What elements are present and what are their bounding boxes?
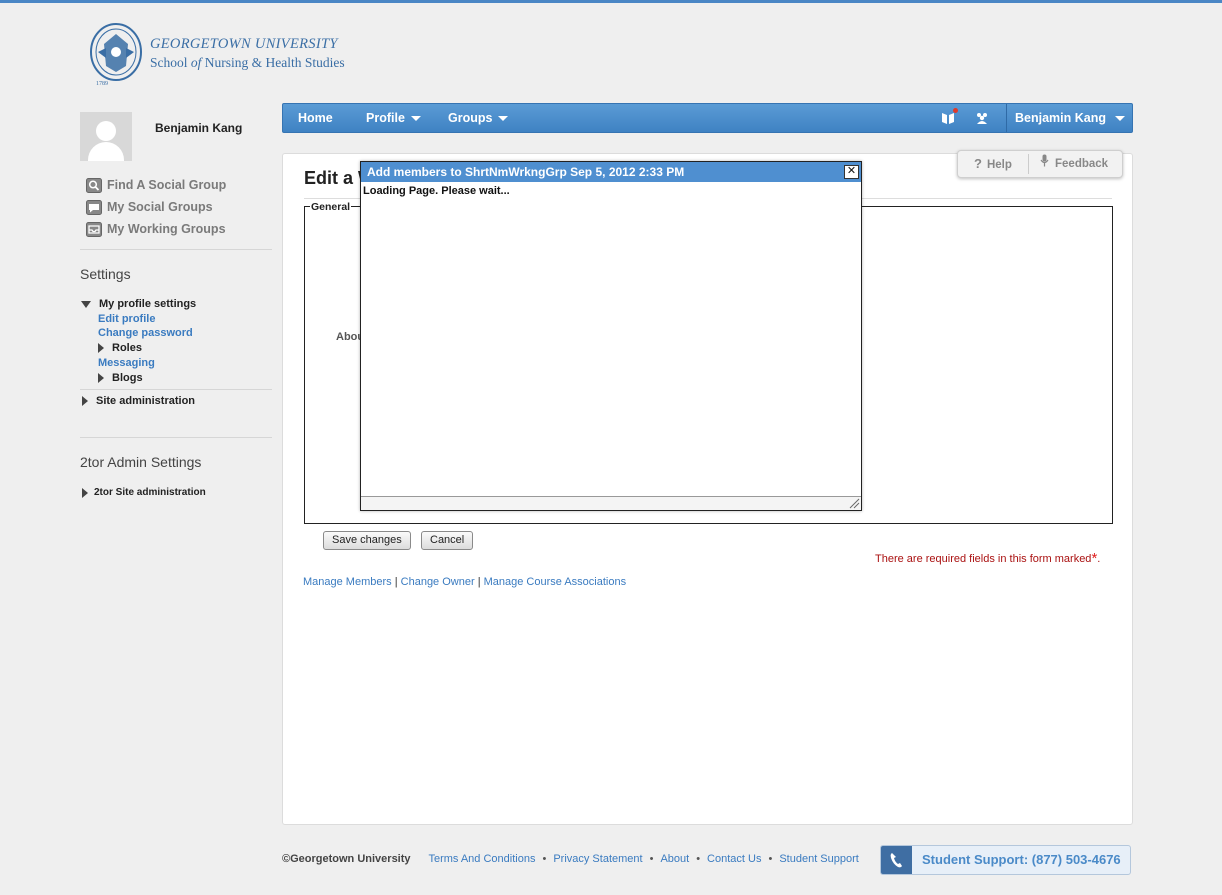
feedback-button[interactable]: Feedback (1040, 151, 1108, 177)
chevron-down-icon (498, 116, 509, 122)
collapse-triangle-icon (82, 396, 88, 406)
help-separator (1028, 154, 1029, 174)
add-members-dialog: Add members to ShrtNmWrkngGrp Sep 5, 201… (360, 161, 862, 511)
save-changes-button[interactable]: Save changes (323, 531, 411, 550)
tree-blogs[interactable]: Blogs (98, 372, 143, 384)
manage-course-associations-link[interactable]: Manage Course Associations (484, 576, 626, 588)
sidebar-item-label: Find A Social Group (107, 178, 227, 192)
cancel-button[interactable]: Cancel (421, 531, 474, 550)
chevron-down-icon (410, 116, 421, 122)
footer-contact-link[interactable]: Contact Us (707, 853, 761, 865)
nav-profile[interactable]: Profile (366, 104, 421, 132)
help-feedback-bar: ? Help Feedback (957, 150, 1123, 178)
copyright-text: ©Georgetown University (282, 853, 411, 865)
resize-grip-icon[interactable] (849, 498, 860, 509)
speech-bubble-icon (86, 199, 102, 215)
required-fields-note: There are required fields in this form m… (875, 550, 1101, 567)
footer-terms-link[interactable]: Terms And Conditions (428, 853, 535, 865)
phone-icon (881, 846, 912, 874)
dialog-loading-text: Loading Page. Please wait... (363, 185, 510, 197)
avatar[interactable] (80, 112, 132, 161)
footer-about-link[interactable]: About (660, 853, 689, 865)
general-legend[interactable]: General (310, 201, 352, 213)
help-button[interactable]: ? Help (974, 151, 1012, 177)
sidebar-item-my-social-groups[interactable]: My Social Groups (86, 196, 226, 218)
notification-dot (953, 108, 958, 113)
footer: ©Georgetown University Terms And Conditi… (282, 853, 859, 865)
expand-triangle-icon (81, 300, 91, 308)
change-owner-link[interactable]: Change Owner (401, 576, 475, 588)
tree-site-administration[interactable]: Site administration (82, 395, 195, 407)
sidebar-item-label: My Social Groups (107, 200, 213, 214)
dialog-status-bar (361, 496, 861, 510)
student-support-button[interactable]: Student Support: (877) 503-4676 (880, 845, 1131, 875)
sidebar-item-my-working-groups[interactable]: My Working Groups (86, 218, 226, 240)
settings-heading: Settings (80, 266, 131, 282)
tree-roles[interactable]: Roles (98, 342, 142, 354)
admin-settings-heading: 2tor Admin Settings (80, 454, 202, 470)
change-password-link[interactable]: Change password (98, 327, 193, 339)
university-logo[interactable]: 1789 GEORGETOWN UNIVERSITY School of Nur… (88, 22, 358, 88)
collapse-triangle-icon (82, 487, 88, 498)
required-star-icon: * (1091, 550, 1098, 567)
nav-groups[interactable]: Groups (448, 104, 509, 132)
nav-separator (1006, 104, 1007, 132)
question-mark-icon: ? (974, 156, 982, 171)
sidebar-divider (80, 249, 272, 250)
nav-home[interactable]: Home (298, 104, 333, 132)
sidebar-user-name[interactable]: Benjamin Kang (155, 121, 242, 135)
svg-text:1789: 1789 (96, 81, 108, 87)
people-icon[interactable] (975, 111, 991, 125)
logo-subtitle: School of Nursing & Health Studies (150, 55, 345, 70)
nav-user-menu[interactable]: Benjamin Kang (1015, 104, 1125, 132)
manage-members-link[interactable]: Manage Members (303, 576, 392, 588)
student-support-label: Student Support: (877) 503-4676 (922, 852, 1121, 867)
sidebar-divider (80, 389, 272, 390)
chevron-down-icon (1115, 116, 1125, 122)
sidebar-item-label: My Working Groups (107, 222, 226, 236)
collapse-triangle-icon (98, 343, 104, 353)
inbox-icon (86, 221, 102, 237)
sidebar-group-links: Find A Social Group My Social Groups My … (86, 174, 226, 240)
book-icon[interactable] (941, 108, 958, 125)
footer-student-support-link[interactable]: Student Support (779, 853, 859, 865)
top-accent-bar (0, 0, 1222, 3)
magnifier-icon (86, 177, 102, 193)
manage-links: Manage Members | Change Owner | Manage C… (303, 576, 627, 588)
seal-icon: 1789 (90, 23, 142, 87)
messaging-link[interactable]: Messaging (98, 357, 155, 369)
logo-title: GEORGETOWN UNIVERSITY (150, 36, 338, 52)
tree-2tor-site-administration[interactable]: 2tor Site administration (82, 487, 206, 498)
dialog-title[interactable]: Add members to ShrtNmWrkngGrp Sep 5, 201… (361, 162, 861, 182)
microphone-icon (1040, 151, 1049, 177)
collapse-triangle-icon (98, 373, 104, 383)
main-navbar: Home Profile Groups Benjamin Kang (282, 103, 1133, 133)
close-icon[interactable]: ✕ (844, 165, 859, 179)
tree-my-profile-settings[interactable]: My profile settings (81, 298, 196, 310)
edit-profile-link[interactable]: Edit profile (98, 313, 155, 325)
sidebar-divider (80, 437, 272, 438)
footer-privacy-link[interactable]: Privacy Statement (553, 853, 642, 865)
sidebar-item-find-social-group[interactable]: Find A Social Group (86, 174, 226, 196)
